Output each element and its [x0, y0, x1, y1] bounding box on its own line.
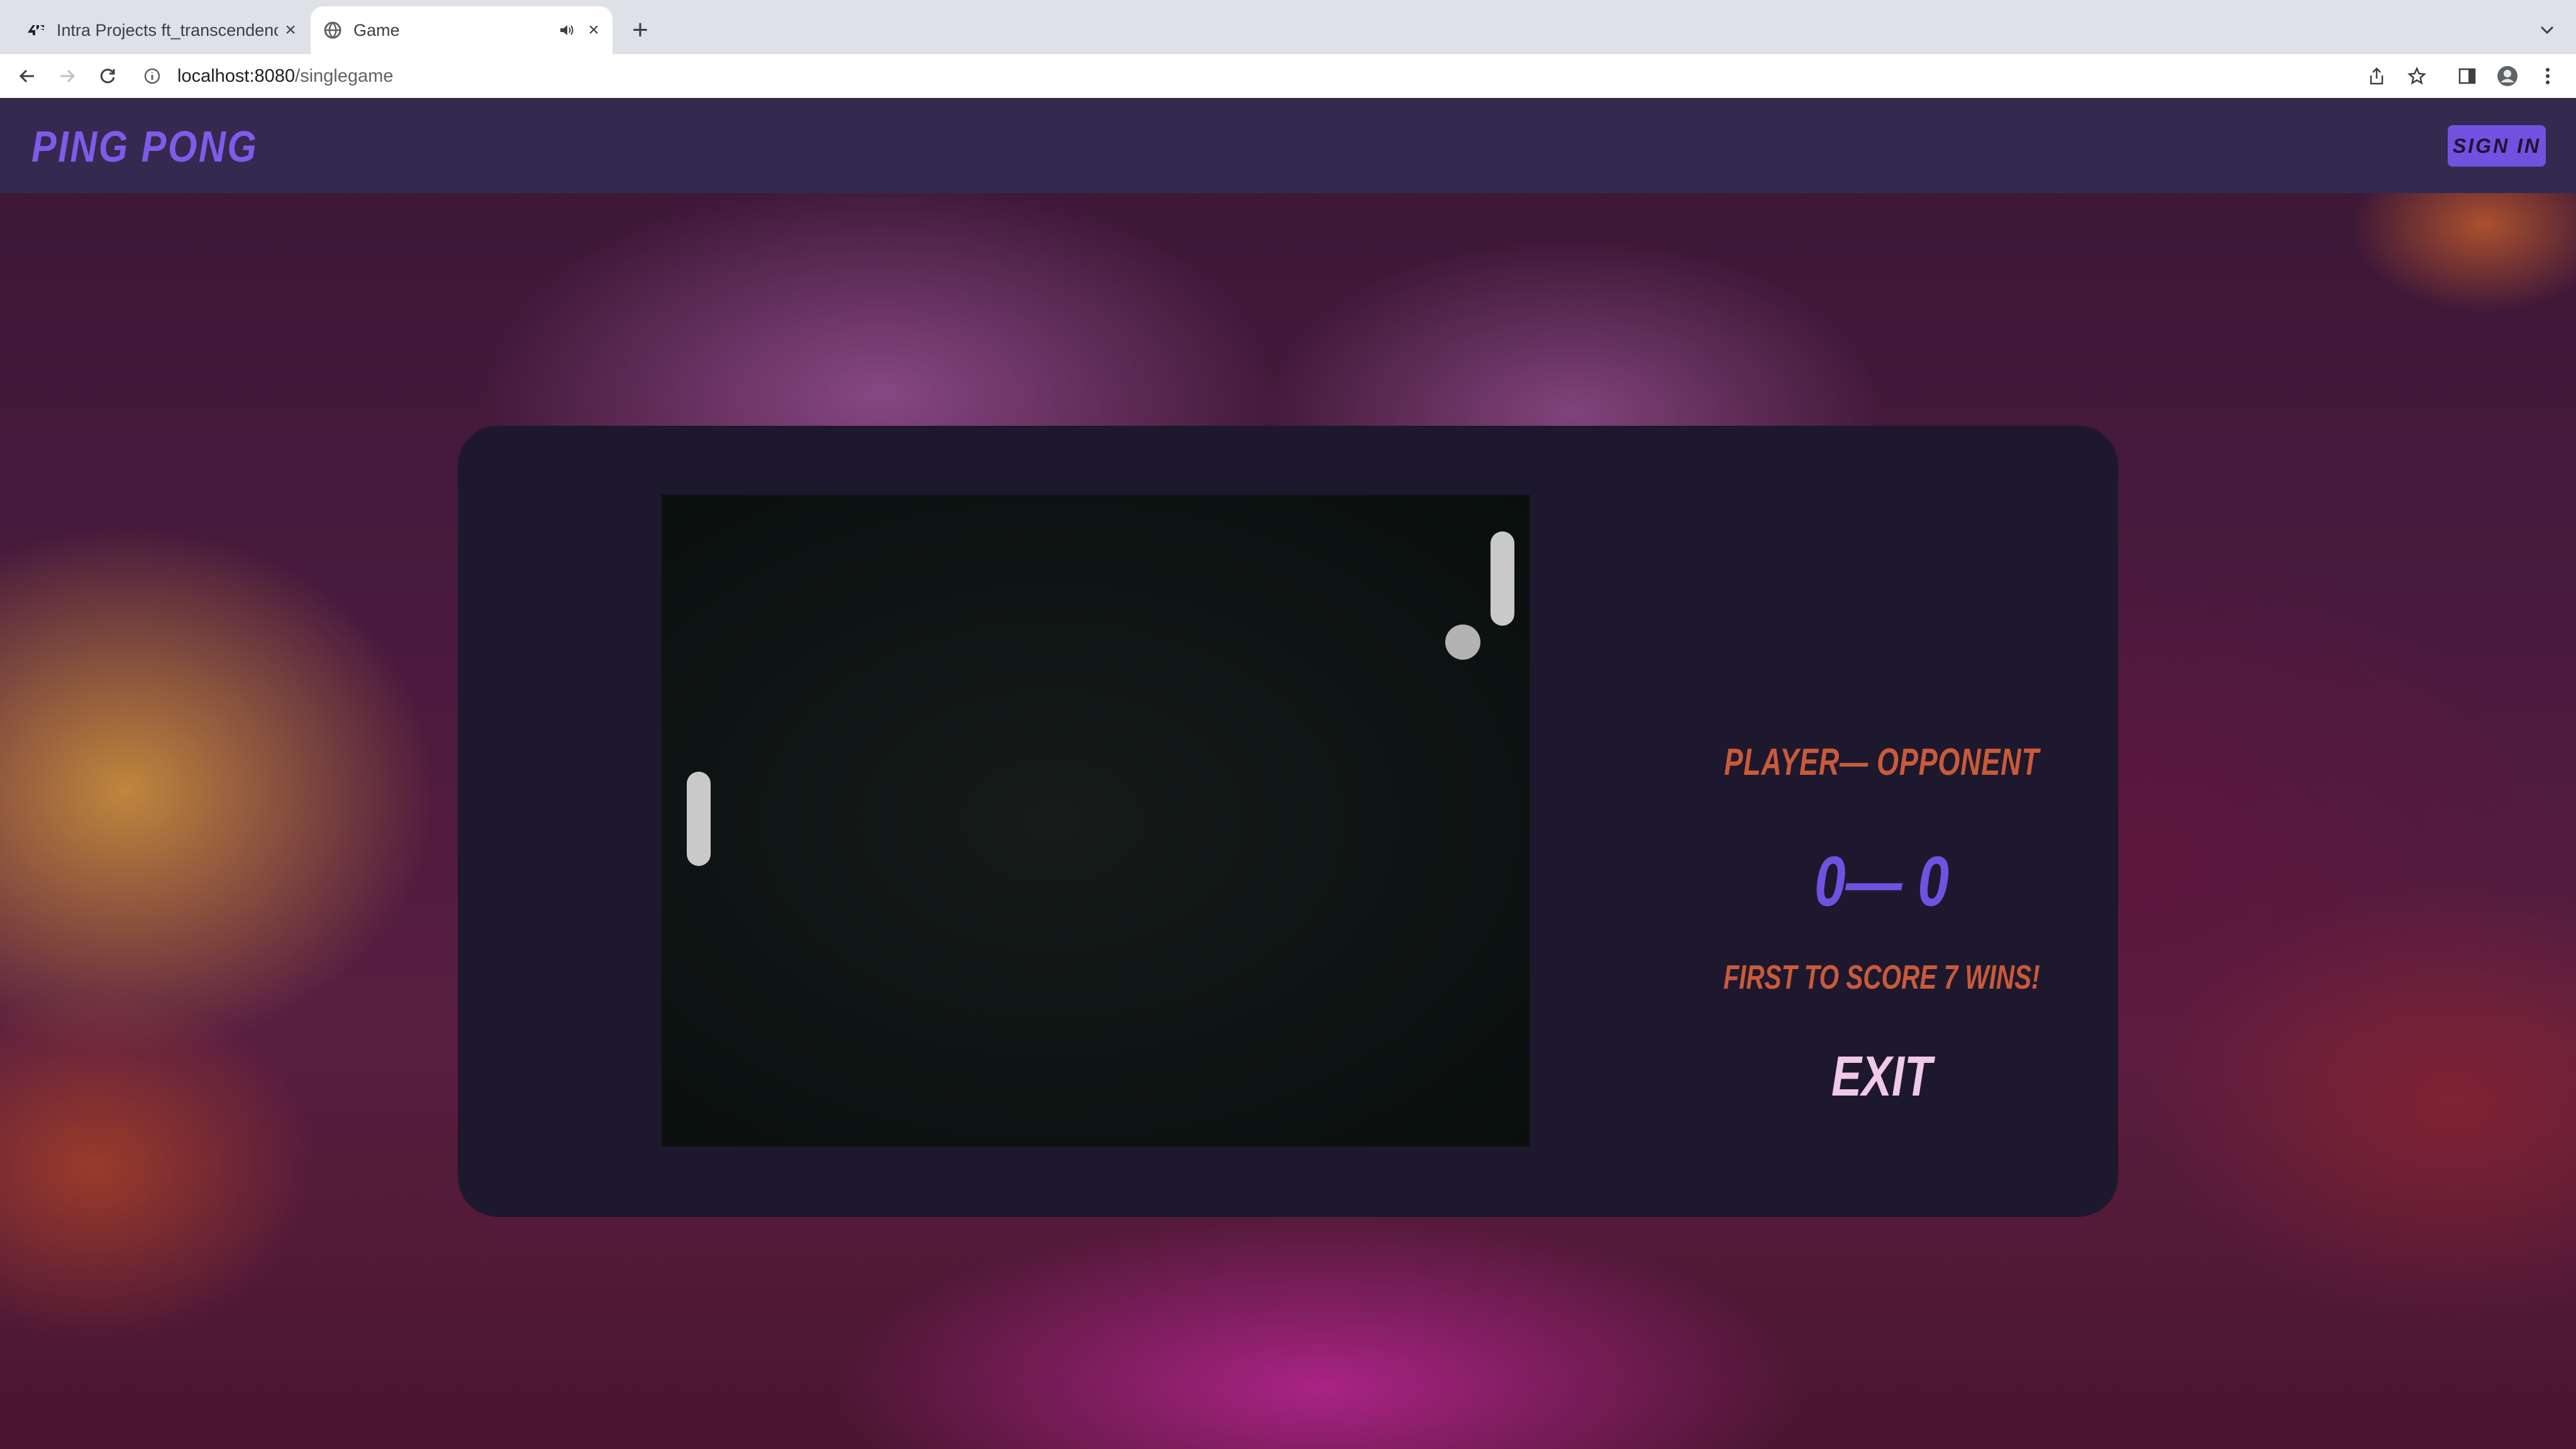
globe-icon [322, 19, 343, 41]
profile-avatar-icon[interactable] [2493, 62, 2522, 91]
browser-toolbar: localhost:8080/singlegame [0, 54, 2576, 98]
kebab-menu-icon[interactable] [2533, 62, 2562, 91]
opponent-paddle [1491, 531, 1514, 626]
sign-in-button[interactable]: SIGN IN [2448, 125, 2546, 167]
back-arrow-icon[interactable] [13, 62, 42, 91]
url-host: localhost:8080 [177, 65, 296, 86]
app-header: PING PONG SIGN IN [0, 99, 2576, 193]
forward-arrow-icon[interactable] [53, 62, 82, 91]
browser-tab-bar: Intra Projects ft_transcendence × Game ×… [0, 0, 2576, 54]
score-display: 0— 0 [1814, 842, 1950, 921]
tab-close-icon[interactable]: × [278, 18, 303, 43]
exit-button[interactable]: EXIT [1806, 1042, 1957, 1111]
page-background: PING PONG SIGN IN PLAYER— OPPONENT 0— 0 … [0, 99, 2576, 1449]
score-panel: PLAYER— OPPONENT 0— 0 FIRST TO SCORE 7 W… [1592, 426, 2171, 1217]
matchup-label: PLAYER— OPPONENT [1724, 741, 2040, 783]
speaker-icon[interactable] [556, 18, 579, 43]
chevron-down-icon[interactable] [2533, 16, 2561, 44]
browser-tab-intra[interactable]: Intra Projects ft_transcendence × [14, 6, 309, 54]
app-logo[interactable]: PING PONG [31, 121, 258, 172]
reload-icon[interactable] [93, 62, 122, 91]
win-condition-text: FIRST TO SCORE 7 WINS! [1723, 958, 2040, 996]
share-icon[interactable] [2362, 62, 2391, 91]
address-bar[interactable]: localhost:8080/singlegame [140, 60, 2379, 92]
game-card: PLAYER— OPPONENT 0— 0 FIRST TO SCORE 7 W… [458, 426, 2118, 1217]
game-board[interactable] [662, 495, 1530, 1146]
tab-close-icon[interactable]: × [581, 18, 606, 43]
game-ball [1445, 625, 1480, 660]
url-path: /singlegame [295, 65, 394, 86]
browser-tab-game[interactable]: Game × [311, 6, 613, 54]
side-panel-icon[interactable] [2453, 62, 2482, 91]
tab-title: Intra Projects ft_transcendence [57, 20, 278, 40]
intra-favicon-icon [25, 19, 47, 41]
new-tab-plus-icon[interactable]: + [624, 14, 657, 47]
tab-title: Game [353, 20, 400, 40]
bookmark-star-icon[interactable] [2402, 62, 2431, 91]
site-info-icon[interactable] [140, 64, 165, 89]
url-text: localhost:8080/singlegame [177, 66, 393, 87]
player-paddle [687, 772, 711, 866]
